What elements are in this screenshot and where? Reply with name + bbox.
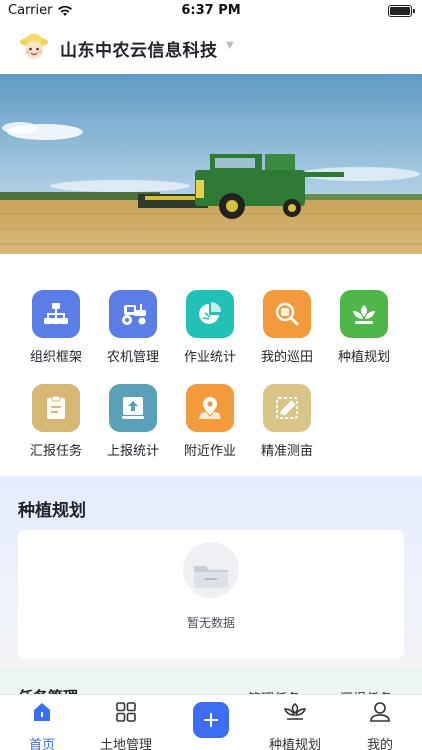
tractor-icon — [109, 290, 157, 338]
tab-profile[interactable]: 我的 — [338, 699, 422, 750]
grid-label-patrol: 我的巡田 — [260, 350, 313, 365]
grid-item-report-task[interactable]: 汇报任务 — [16, 384, 96, 459]
grid-icon — [116, 702, 136, 722]
planting-plan-section: 种植规划 暂无数据 — [0, 476, 422, 668]
farmer-avatar-icon — [18, 31, 50, 63]
tab-land-management[interactable]: 土地管理 — [84, 699, 168, 750]
plant-icon — [283, 703, 307, 720]
search-field-icon — [263, 290, 311, 338]
bottom-tab-bar: 首页 土地管理 种植规划 我的 — [0, 694, 422, 750]
pie-chart-icon — [186, 290, 234, 338]
grid-label-measure-area: 精准测亩 — [260, 444, 313, 459]
location-pin-icon — [186, 384, 234, 432]
grid-item-work-stats[interactable]: 作业统计 — [170, 290, 250, 365]
ruler-icon — [263, 384, 311, 432]
user-icon — [370, 702, 390, 722]
chevron-down-icon[interactable]: ▼ — [226, 40, 234, 51]
add-button[interactable] — [193, 702, 229, 738]
grid-label-work-stats: 作业统计 — [183, 350, 236, 365]
empty-state-text: 暂无数据 — [186, 616, 235, 630]
grid-item-measure-area[interactable]: 精准测亩 — [247, 384, 327, 459]
clock: 6:37 PM — [181, 3, 241, 18]
grid-label-upload-stats: 上报统计 — [106, 444, 159, 459]
company-name[interactable]: 山东中农云信息科技 — [60, 36, 218, 61]
plus-icon — [204, 713, 218, 727]
banner-image[interactable] — [0, 74, 422, 254]
grid-item-patrol[interactable]: 我的巡田 — [247, 290, 327, 365]
tab-label: 首页 — [28, 738, 55, 750]
grid-label-nearby-work: 附近作业 — [183, 444, 236, 459]
avatar[interactable] — [18, 31, 50, 63]
app-header: 山东中农云信息科技 ▼ — [0, 22, 422, 74]
grid-item-upload-stats[interactable]: 上报统计 — [93, 384, 173, 459]
org-chart-icon — [32, 290, 80, 338]
tab-label: 土地管理 — [99, 738, 152, 750]
grid-label-machinery: 农机管理 — [106, 350, 159, 365]
grid-label-org-chart: 组织框架 — [29, 350, 82, 365]
grid-item-machinery[interactable]: 农机管理 — [93, 290, 173, 365]
grid-item-org-chart[interactable]: 组织框架 — [16, 290, 96, 365]
home-icon — [34, 703, 50, 721]
clipboard-icon — [32, 384, 80, 432]
harvester-field-illustration — [0, 74, 422, 254]
grid-label-planting-plan: 种植规划 — [337, 350, 390, 365]
empty-folder-icon — [183, 542, 239, 598]
upload-icon — [109, 384, 157, 432]
function-grid: 组织框架 农机管理 作业统计 我的巡田 种植规划 汇报任务 上报统计 附近作业 … — [0, 254, 422, 476]
tab-label: 我的 — [366, 738, 393, 750]
tab-home[interactable]: 首页 — [0, 699, 84, 750]
section-title: 种植规划 — [18, 501, 86, 521]
status-bar: Carrier 6:37 PM — [0, 0, 422, 22]
grid-item-nearby-work[interactable]: 附近作业 — [170, 384, 250, 459]
sprout-icon — [340, 290, 388, 338]
tab-label: 种植规划 — [268, 738, 321, 750]
battery-icon — [388, 5, 415, 17]
grid-item-planting-plan[interactable]: 种植规划 — [324, 290, 404, 365]
grid-label-report-task: 汇报任务 — [29, 444, 82, 459]
planting-plan-card: 暂无数据 — [18, 530, 404, 658]
tab-planting-plan[interactable]: 种植规划 — [253, 699, 337, 750]
